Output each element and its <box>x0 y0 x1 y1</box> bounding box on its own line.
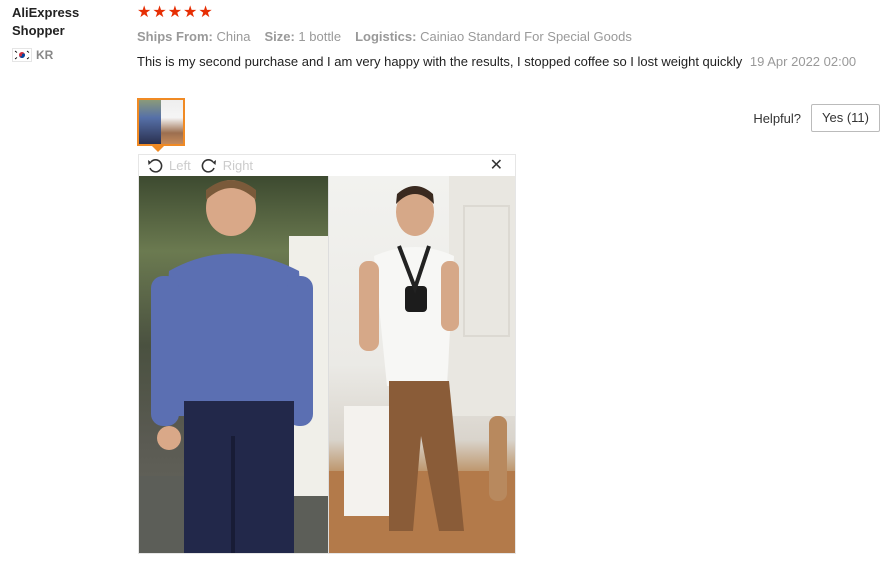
reviewer-name: AliExpress Shopper <box>12 4 112 40</box>
rotate-left-label: Left <box>169 158 191 173</box>
attribute-label: Ships From: <box>137 29 213 44</box>
rotate-right-button[interactable]: Right <box>201 158 253 174</box>
viewer-toolbar: Left Right ✕ <box>139 155 515 176</box>
helpful-label: Helpful? <box>753 110 802 126</box>
review-date: 19 Apr 2022 02:00 <box>749 54 857 69</box>
photo-viewer: Left Right ✕ <box>138 154 516 554</box>
rotate-left-icon <box>148 158 163 173</box>
reviewer-name-line1: AliExpress <box>12 5 80 20</box>
reviewer-country: KR <box>12 48 112 62</box>
rotate-right-icon <box>201 158 216 173</box>
rotate-right-label: Right <box>222 158 254 173</box>
star-icon: ★ <box>198 4 213 21</box>
star-icon: ★ <box>183 4 198 21</box>
review-comment: This is my second purchase and I am very… <box>137 54 743 69</box>
thumbnail-active-caret <box>152 146 164 152</box>
review-photo <box>139 176 515 553</box>
attribute-label: Size: <box>264 29 295 44</box>
before-photo <box>139 176 328 553</box>
close-icon[interactable]: ✕ <box>490 156 503 176</box>
attribute-value: 1 bottle <box>298 29 342 44</box>
thumbnail-after <box>161 100 183 144</box>
thumbnail-before <box>139 100 161 144</box>
reviewer-name-line2: Shopper <box>12 23 65 38</box>
review-text: This is my second purchase and I am very… <box>137 53 862 71</box>
star-icon: ★ <box>137 4 152 21</box>
attribute-ships-from: Ships From: China <box>137 28 250 46</box>
reviewer-info: AliExpress Shopper KR <box>12 4 112 62</box>
star-icon: ★ <box>167 4 183 21</box>
helpful-section: Helpful? Yes (11) <box>753 104 880 132</box>
review-body: ★ ★ ★ ★ ★ Ships From: China Size: 1 bott… <box>137 4 877 71</box>
review-thumbnail-group <box>137 98 185 152</box>
attribute-label: Logistics: <box>355 29 417 44</box>
product-attributes: Ships From: China Size: 1 bottle Logisti… <box>137 28 877 46</box>
helpful-yes-button[interactable]: Yes (11) <box>811 104 880 132</box>
attribute-logistics: Logistics: Cainiao Standard For Special … <box>355 28 632 46</box>
country-code: KR <box>36 48 54 62</box>
after-photo <box>328 176 515 553</box>
star-rating: ★ ★ ★ ★ ★ <box>137 4 877 22</box>
rotate-left-button[interactable]: Left <box>147 158 191 174</box>
attribute-value: China <box>216 29 251 44</box>
attribute-size: Size: 1 bottle <box>264 28 341 46</box>
review-photo-thumbnail[interactable] <box>137 98 185 146</box>
star-icon: ★ <box>152 4 167 21</box>
korea-flag-icon <box>12 48 32 62</box>
attribute-value: Cainiao Standard For Special Goods <box>420 29 632 44</box>
